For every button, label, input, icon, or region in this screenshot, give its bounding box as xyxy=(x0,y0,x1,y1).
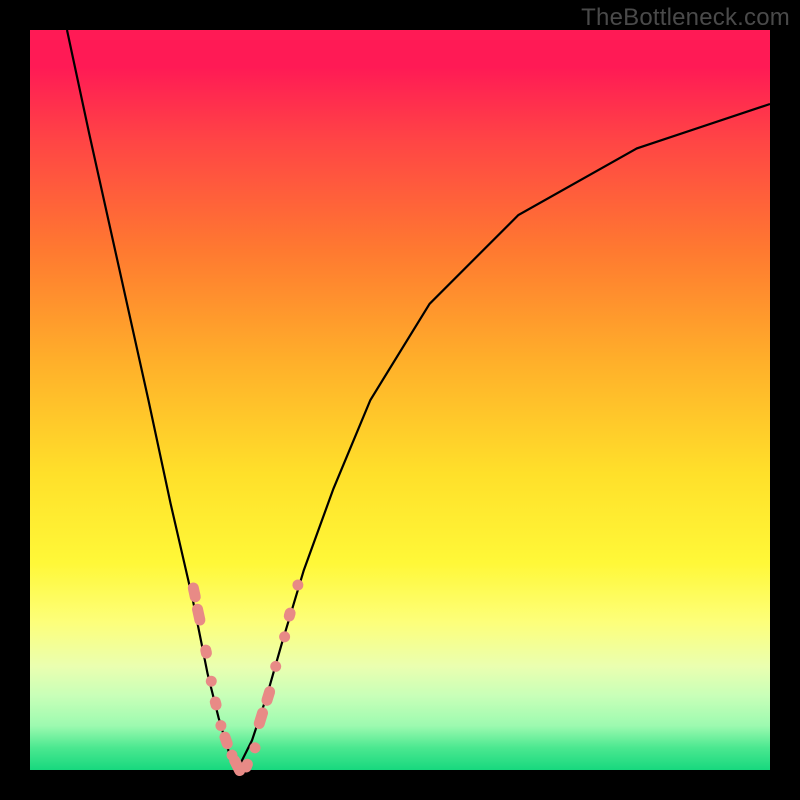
data-marker xyxy=(269,660,283,674)
data-marker xyxy=(209,695,223,711)
right-curve xyxy=(237,104,770,770)
data-marker xyxy=(282,606,297,623)
data-marker xyxy=(214,719,228,733)
data-marker xyxy=(187,581,202,603)
left-curve xyxy=(67,30,237,770)
data-marker xyxy=(278,630,292,644)
data-marker xyxy=(291,578,305,592)
data-marker xyxy=(260,685,276,707)
plot-area xyxy=(30,30,770,770)
data-marker xyxy=(218,730,234,751)
data-marker xyxy=(205,675,218,688)
data-marker xyxy=(252,706,269,730)
watermark-text: TheBottleneck.com xyxy=(581,4,790,32)
chart-frame: TheBottleneck.com xyxy=(0,0,800,800)
data-marker xyxy=(191,603,206,627)
marker-group xyxy=(187,578,305,778)
curves-svg xyxy=(30,30,770,770)
